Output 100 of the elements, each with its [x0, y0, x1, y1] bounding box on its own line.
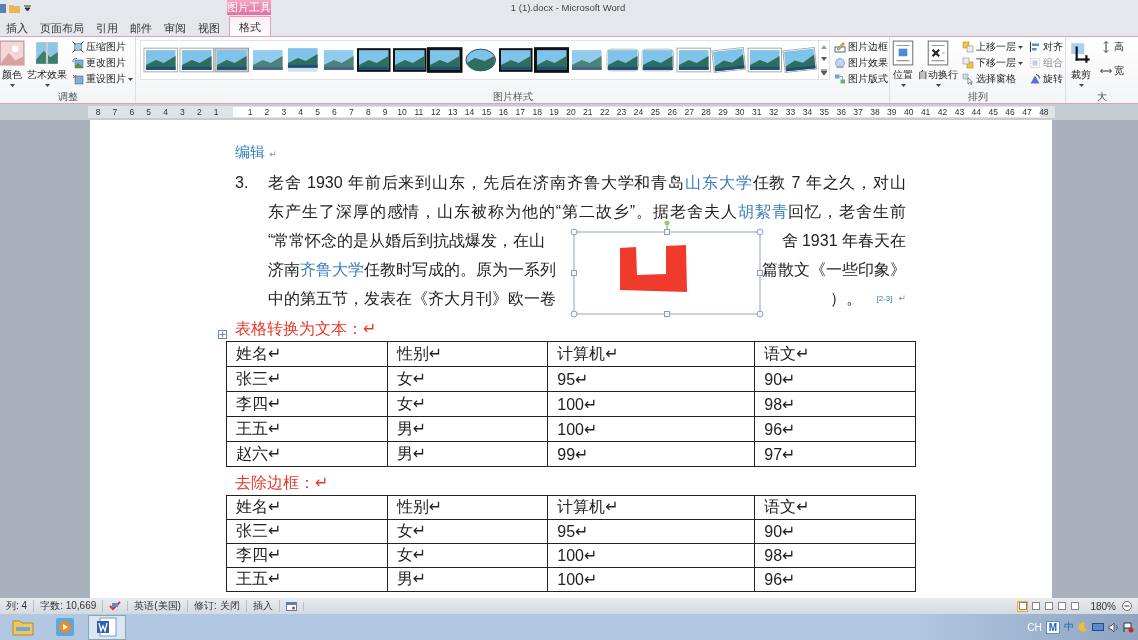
- save-icon[interactable]: [0, 2, 6, 14]
- align-icon: [1029, 41, 1041, 53]
- view-button[interactable]: [1056, 600, 1068, 612]
- picture-style-thumbnail[interactable]: [427, 45, 463, 75]
- input-method-indicator[interactable]: M: [1045, 620, 1060, 634]
- paragraph-line: 中的第五节，发表在《齐大月刊》欧一卷 ）。 $^{[2-3]}$ ↵: [268, 284, 906, 313]
- ruler-number: 14: [463, 106, 476, 118]
- zoom-out-icon[interactable]: [1122, 601, 1132, 611]
- ribbon-tab[interactable]: 引用: [90, 18, 124, 36]
- view-button[interactable]: [1043, 600, 1055, 612]
- ruler-number: 47: [1021, 106, 1033, 118]
- taskbar-button[interactable]: [88, 614, 126, 640]
- ribbon-button[interactable]: 图片效果: [831, 56, 889, 70]
- picture-style-thumbnail[interactable]: [143, 45, 179, 75]
- macro-icon[interactable]: [285, 601, 297, 611]
- ruler-number: 31: [751, 106, 763, 118]
- ruler-number: 1: [212, 106, 220, 118]
- more-icon[interactable]: [820, 69, 827, 75]
- table-move-icon[interactable]: [218, 330, 227, 339]
- ruler-number: 4: [162, 106, 169, 118]
- ribbon-button[interactable]: 颜色: [0, 40, 24, 87]
- status-item[interactable]: 字数: 10,669: [34, 600, 104, 612]
- status-item[interactable]: 英语(美国): [128, 600, 188, 612]
- ruler-number: 21: [582, 106, 594, 118]
- table-cell: 女↵: [387, 366, 548, 392]
- ribbon-button[interactable]: 宽: [1098, 64, 1126, 78]
- ribbon-tab[interactable]: 视图: [192, 18, 226, 36]
- citation-link[interactable]: [2-3]: [876, 284, 893, 313]
- picture-style-thumbnail[interactable]: [711, 45, 747, 75]
- table-cell: 100↵: [547, 416, 755, 442]
- picture-style-thumbnail[interactable]: [214, 45, 250, 75]
- ribbon-button[interactable]: 裁剪: [1066, 40, 1096, 87]
- ribbon-button[interactable]: 重设图片: [70, 72, 135, 86]
- picture-style-thumbnail[interactable]: [391, 45, 427, 75]
- ribbon-tab[interactable]: 邮件: [124, 18, 158, 36]
- table-cell: 98↵: [754, 391, 916, 417]
- view-button[interactable]: [1017, 600, 1029, 612]
- table-cell: 李四↵: [226, 543, 388, 568]
- table-cell: 100↵: [547, 567, 755, 592]
- ribbon-button[interactable]: 更改图片: [70, 56, 135, 70]
- link[interactable]: 胡絜青: [737, 203, 789, 220]
- ribbon-button[interactable]: 图片版式: [831, 72, 889, 86]
- picture-style-thumbnail[interactable]: [178, 45, 214, 75]
- paragraph-line: 济南齐鲁大学任教时写成的。原为一系列 篇散文《一些印象》: [268, 255, 906, 284]
- ribbon-tab[interactable]: 页面布局: [34, 18, 90, 36]
- ribbon-button[interactable]: 上移一层: [960, 40, 1025, 54]
- ribbon-button[interactable]: 艺术效果: [26, 40, 68, 87]
- picture-style-thumbnail[interactable]: [675, 45, 711, 75]
- ribbon-button[interactable]: 压缩图片: [70, 40, 135, 54]
- status-item[interactable]: 列: 4: [0, 600, 35, 612]
- ribbon-button[interactable]: 选择窗格: [960, 72, 1025, 86]
- ribbon-button[interactable]: 对齐: [1027, 40, 1065, 54]
- flag-icon[interactable]: [1123, 621, 1134, 633]
- table-cell: 男↵: [387, 416, 548, 442]
- picture-style-thumbnail[interactable]: [498, 45, 534, 75]
- link[interactable]: 齐鲁大学: [300, 255, 364, 284]
- caret-icon: [9, 84, 15, 87]
- keyboard-icon[interactable]: [1092, 623, 1104, 631]
- ribbon-button[interactable]: 位置: [890, 40, 916, 87]
- ruler-number: 45: [987, 106, 999, 118]
- ribbon-button[interactable]: 旋转: [1027, 72, 1065, 86]
- status-item[interactable]: 插入: [246, 600, 280, 612]
- ribbon-button[interactable]: 高: [1098, 40, 1126, 54]
- page-icon: [890, 40, 916, 66]
- scroll-down-icon[interactable]: [820, 57, 827, 61]
- ruler-number: 4: [297, 106, 305, 118]
- ribbon-tab[interactable]: 插入: [0, 18, 34, 36]
- table-header-cell: 语文↵: [754, 341, 916, 367]
- caret-icon: [1078, 84, 1084, 87]
- ribbon-button[interactable]: 图片边框: [831, 40, 889, 54]
- proofing-icon[interactable]: [109, 601, 122, 611]
- table-cell: 98↵: [754, 543, 916, 568]
- caret-icon: [935, 84, 941, 87]
- picture-style-thumbnail[interactable]: [356, 45, 392, 75]
- scroll-up-icon[interactable]: [820, 45, 827, 49]
- paragraph-line: 东产生了深厚的感情，山东被称为他的“第二故乡”。据老舍夫人胡絜青回忆，老舍生前: [268, 202, 906, 222]
- picture-style-thumbnail[interactable]: [533, 45, 569, 75]
- ribbon-button[interactable]: 下移一层: [960, 56, 1025, 70]
- link[interactable]: 山东大学: [685, 174, 753, 191]
- speaker-icon[interactable]: [1108, 621, 1119, 633]
- table-cell: 96↵: [754, 567, 916, 592]
- ribbon-tab[interactable]: 格式: [229, 16, 271, 36]
- selection-handles-drawing[interactable]: [570, 220, 764, 318]
- picture-style-thumbnail[interactable]: [746, 45, 782, 75]
- table-header-cell: 性别↵: [387, 341, 548, 367]
- ruler[interactable]: 8 7 6 5 4 3 2 1 1 2 3 4 5 6 7 8 9 10 11 12 13 14 15 16 17 18 19 20 21 22 23 24 25 26 27 28 29 30 31 32 33 34 35 36 37 38 39 40 41 42 43 44 45 46 47 48: [88, 106, 1055, 118]
- ruler-number: 16: [497, 106, 510, 118]
- table-cell: 王五↵: [226, 567, 388, 592]
- view-button[interactable]: [1030, 600, 1042, 612]
- picture-style-thumbnail[interactable]: [285, 45, 321, 75]
- ribbon-button[interactable]: 自动换行: [918, 40, 958, 87]
- zoom-level[interactable]: 180%: [1080, 600, 1122, 612]
- ribbon-tab[interactable]: 审阅: [158, 18, 192, 36]
- paragraph-line: 老舍 1930 年前后来到山东，先后在济南齐鲁大学和青岛山东大学任教 7 年之久，对山: [268, 173, 906, 193]
- picture-style-thumbnail[interactable]: [782, 45, 818, 75]
- link[interactable]: 编辑: [235, 143, 265, 160]
- status-item[interactable]: 修订: 关闭: [187, 600, 247, 612]
- play-icon: [54, 617, 76, 637]
- view-button[interactable]: [1069, 600, 1081, 612]
- caret-icon[interactable]: [24, 5, 31, 11]
